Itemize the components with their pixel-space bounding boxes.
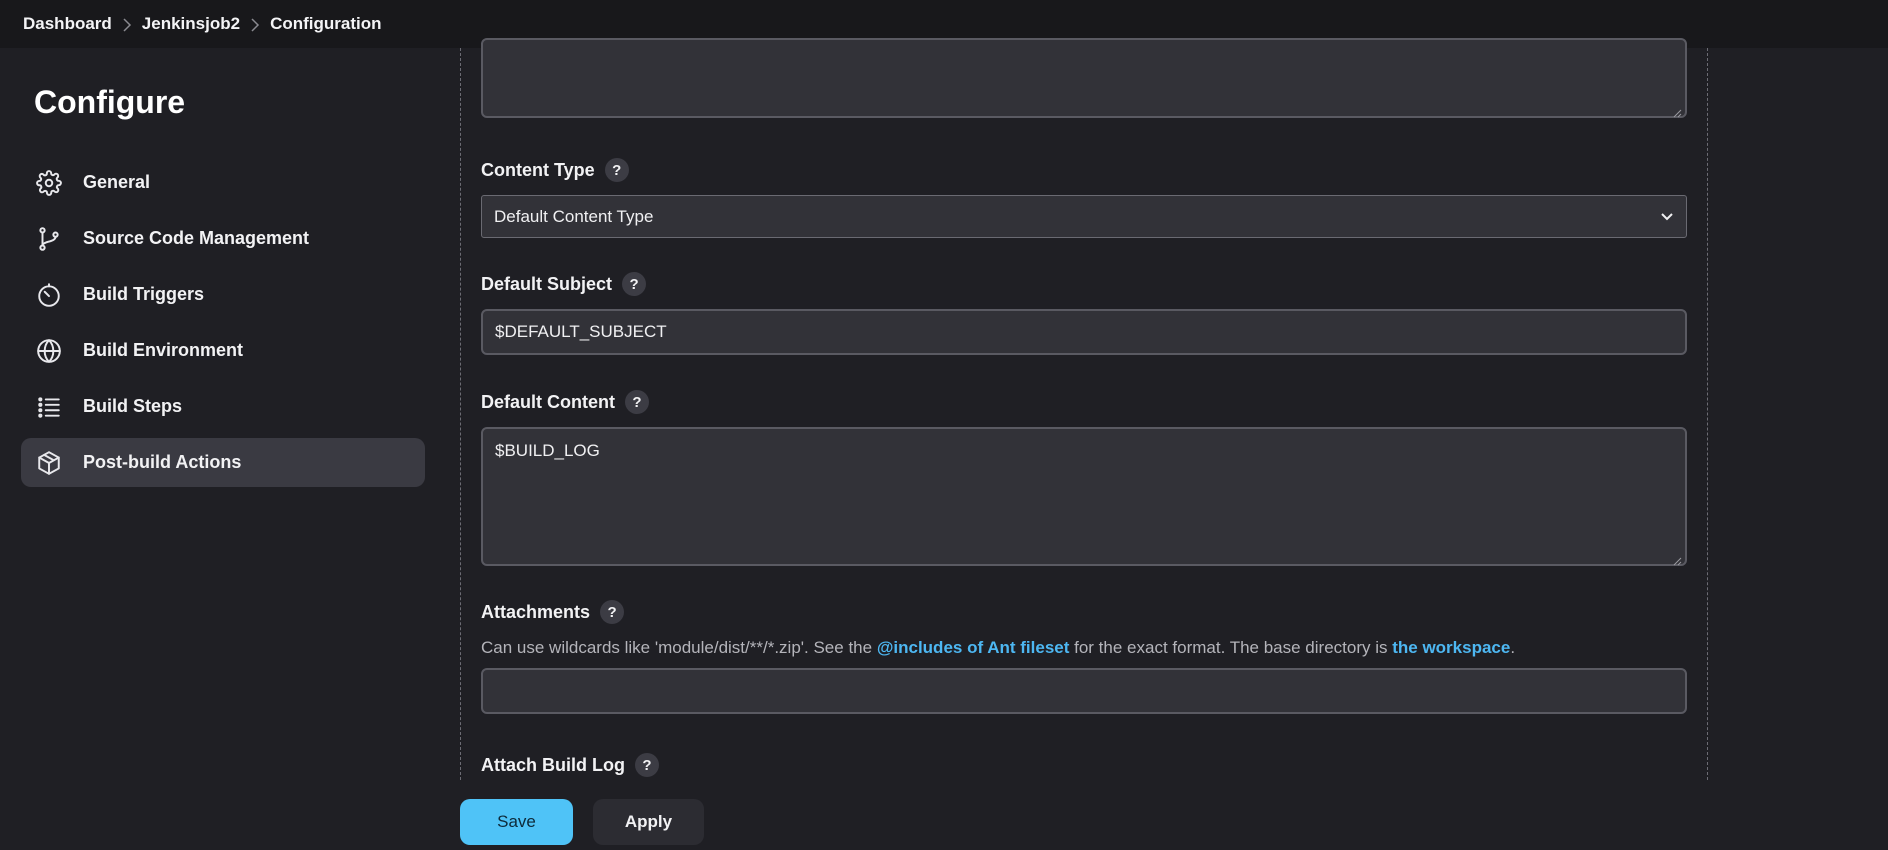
attach-build-log-label: Attach Build Log <box>481 754 625 775</box>
help-icon[interactable]: ? <box>600 600 625 624</box>
gear-icon <box>35 169 63 197</box>
save-button[interactable]: Save <box>460 799 573 845</box>
resize-handle-icon[interactable] <box>1672 551 1682 566</box>
default-subject-value: $DEFAULT_SUBJECT <box>495 322 667 341</box>
help-icon[interactable]: ? <box>604 158 629 182</box>
cube-icon <box>35 449 63 477</box>
attachments-label: Attachments <box>481 601 591 622</box>
sidebar-nav: General Source Code Management Build Tri… <box>21 158 425 494</box>
ant-fileset-link[interactable]: @includes of Ant fileset <box>877 638 1070 657</box>
breadcrumb-job[interactable]: Jenkinsjob2 <box>142 14 240 34</box>
sidebar-item-label: Build Triggers <box>83 284 205 304</box>
post-build-action-panel: Content Type ? Default Content Type Defa… <box>460 38 1708 780</box>
description-text: for the exact format. The base directory… <box>1069 638 1393 657</box>
sidebar-item-post-build-actions[interactable]: Post-build Actions <box>21 438 425 487</box>
apply-button[interactable]: Apply <box>593 799 704 845</box>
sidebar-item-label: Build Steps <box>83 396 183 416</box>
chevron-down-icon <box>1660 207 1674 227</box>
default-subject-label: Default Subject <box>481 273 613 294</box>
form-actions-bar: Save Apply <box>0 780 1888 850</box>
previous-textarea[interactable] <box>481 38 1687 118</box>
content-type-select[interactable]: Default Content Type <box>481 195 1687 238</box>
sidebar-item-build-steps[interactable]: Build Steps <box>21 382 425 431</box>
attach-build-log-field: Attach Build Log ? <box>481 753 1687 777</box>
sidebar-item-general[interactable]: General <box>21 158 425 207</box>
resize-handle-icon[interactable] <box>1672 103 1682 118</box>
chevron-right-icon <box>112 14 142 35</box>
description-text: Can use wildcards like 'module/dist/**/*… <box>481 638 877 657</box>
workspace-link[interactable]: the workspace <box>1392 638 1510 657</box>
help-icon[interactable]: ? <box>625 390 649 414</box>
attachments-field: Attachments ? Can use wildcards like 'mo… <box>481 600 1687 714</box>
sidebar-item-source-code-management[interactable]: Source Code Management <box>21 214 425 263</box>
sidebar-item-label: Source Code Management <box>83 228 310 248</box>
timer-icon <box>35 281 63 309</box>
globe-icon <box>35 337 63 365</box>
breadcrumb-configuration[interactable]: Configuration <box>270 14 381 34</box>
git-branch-icon <box>35 225 63 253</box>
sidebar-item-build-environment[interactable]: Build Environment <box>21 326 425 375</box>
list-icon <box>35 393 63 421</box>
help-icon[interactable]: ? <box>634 753 659 777</box>
default-content-field: Default Content ? $BUILD_LOG <box>481 390 1687 566</box>
default-subject-input[interactable]: $DEFAULT_SUBJECT <box>481 309 1687 355</box>
sidebar-item-label: Post-build Actions <box>83 452 242 472</box>
chevron-right-icon <box>240 14 270 35</box>
attachments-description: Can use wildcards like 'module/dist/**/*… <box>481 638 1687 658</box>
page-title: Configure <box>34 84 186 120</box>
attachments-input[interactable] <box>481 668 1687 714</box>
content-type-selected-value: Default Content Type <box>494 206 654 226</box>
help-icon[interactable]: ? <box>622 272 647 296</box>
breadcrumb-dashboard[interactable]: Dashboard <box>23 14 112 34</box>
default-content-textarea[interactable]: $BUILD_LOG <box>481 427 1687 566</box>
default-subject-field: Default Subject ? $DEFAULT_SUBJECT <box>481 272 1687 355</box>
sidebar-item-label: General <box>83 172 151 192</box>
default-content-value: $BUILD_LOG <box>495 441 600 460</box>
default-content-label: Default Content <box>481 391 615 412</box>
description-text: . <box>1510 638 1516 657</box>
content-type-label: Content Type <box>481 159 595 180</box>
content-type-field: Content Type ? Default Content Type <box>481 158 1687 238</box>
sidebar-item-build-triggers[interactable]: Build Triggers <box>21 270 425 319</box>
sidebar-item-label: Build Environment <box>83 340 244 360</box>
